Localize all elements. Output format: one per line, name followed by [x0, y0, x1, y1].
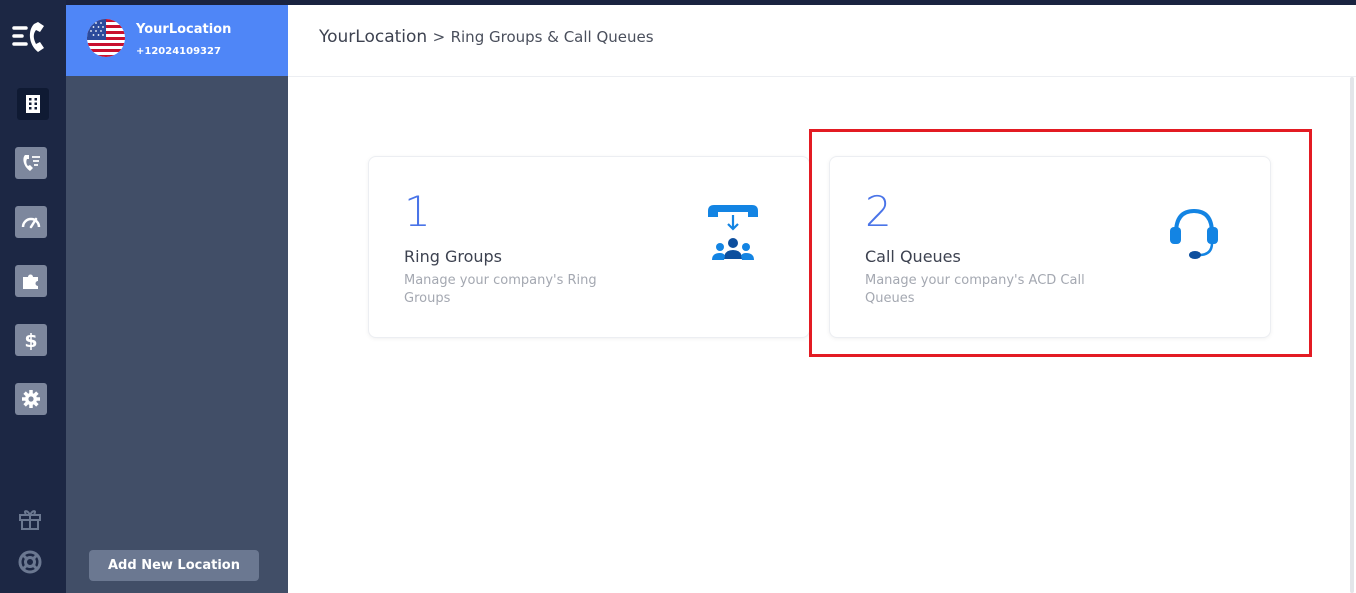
puzzle-icon [23, 274, 38, 289]
add-new-location-button[interactable]: Add New Location [89, 550, 259, 581]
rail-item-call-log[interactable] [15, 147, 47, 179]
location-card[interactable]: YourLocation +12024109327 [66, 5, 288, 76]
location-phone: +12024109327 [136, 46, 221, 57]
gear-icon [22, 390, 40, 408]
app-logo-icon[interactable] [12, 20, 52, 56]
rail-item-billing[interactable]: $ [15, 324, 47, 356]
dollar-icon: $ [24, 330, 37, 351]
speedometer-icon [21, 217, 41, 229]
page-header: YourLocation > Ring Groups & Call Queues [288, 5, 1356, 77]
rail-item-gift[interactable] [16, 504, 44, 532]
breadcrumb-separator: > [432, 28, 446, 46]
breadcrumb-current: Ring Groups & Call Queues [450, 28, 654, 46]
rail-item-support[interactable] [16, 548, 44, 576]
rail-item-integrations[interactable] [15, 265, 47, 297]
building-icon [26, 95, 40, 113]
scrollbar[interactable] [1350, 77, 1354, 593]
ring-groups-card[interactable]: 1 Ring Groups Manage your company's Ring… [368, 156, 810, 338]
breadcrumb-root[interactable]: YourLocation [319, 27, 427, 47]
ring-groups-title: Ring Groups [404, 247, 502, 266]
gift-icon [19, 510, 41, 530]
location-sidebar: YourLocation +12024109327 Add New Locati… [66, 5, 288, 593]
us-flag-icon [87, 19, 125, 57]
icon-rail: $ [0, 0, 66, 593]
location-name: YourLocation [136, 22, 232, 37]
rail-item-settings[interactable] [15, 383, 47, 415]
ring-groups-description: Manage your company's Ring Groups [404, 273, 597, 306]
breadcrumb: YourLocation > Ring Groups & Call Queues [319, 27, 654, 47]
lifebuoy-icon [18, 550, 42, 574]
call-queues-highlight-box [809, 129, 1312, 357]
ring-groups-count: 1 [404, 187, 431, 236]
main-content: 1 Ring Groups Manage your company's Ring… [288, 77, 1356, 593]
svg-text:$: $ [24, 330, 37, 351]
phone-list-icon [23, 155, 40, 171]
ring-group-icon [708, 205, 758, 260]
rail-item-dashboard[interactable] [15, 206, 47, 238]
rail-item-locations[interactable] [0, 80, 66, 128]
